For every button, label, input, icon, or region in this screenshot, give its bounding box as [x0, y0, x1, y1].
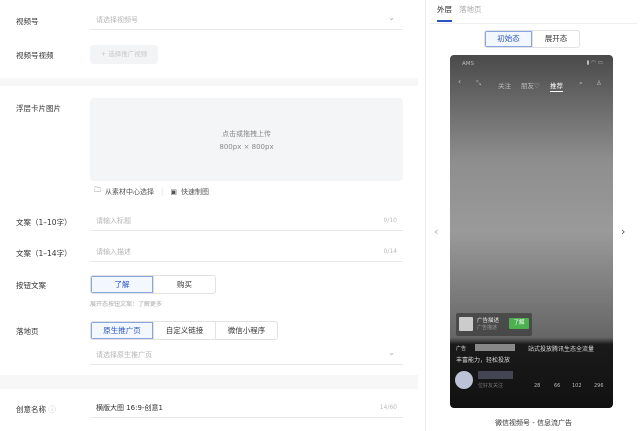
button-text-hint: 展开态按钮文案：了解更多: [90, 301, 163, 308]
upload-size: 800px × 800px: [219, 143, 274, 151]
card-image-label: 浮层卡片图片: [16, 104, 61, 113]
ad-card-thumb: [459, 317, 473, 331]
ad-text-2: 丰富能力，轻松投放: [456, 357, 511, 364]
channel-select[interactable]: 请选择视频号 ⌄: [90, 10, 403, 30]
select-video-button[interactable]: + 选择推广视频: [90, 45, 158, 64]
image-upload-area[interactable]: 点击或拖拽上传 800px × 800px: [90, 98, 403, 181]
back-icon: ‹: [458, 77, 462, 86]
state-initial[interactable]: 初始态: [485, 31, 532, 47]
creative-name-count: 14/60: [379, 404, 397, 411]
button-text-label: 按钮文案: [16, 281, 46, 290]
next-arrow-icon[interactable]: ›: [621, 225, 625, 238]
blurred-name: [478, 371, 513, 379]
status-icons: ▮ ◠ ▭: [586, 60, 603, 66]
title-count: 0/10: [383, 217, 397, 224]
landing-label: 落地页: [16, 327, 39, 336]
native-page-select[interactable]: 请选择原生推广页 ⌄: [90, 345, 403, 365]
ad-text: 站式投放腾讯生态全流量: [528, 346, 595, 353]
quick-design-link[interactable]: 快速制图: [181, 187, 209, 197]
stat-4: 296: [594, 383, 604, 389]
option-learn[interactable]: 了解: [91, 276, 153, 293]
blurred-text: [475, 344, 515, 351]
title-placeholder: 请输入标题: [96, 217, 131, 225]
ad-card-sub: 广告描述: [477, 325, 498, 331]
user-icon: ♙: [596, 79, 602, 87]
help-icon[interactable]: ⓘ: [48, 405, 56, 414]
ad-card-title: 广告描述: [477, 318, 500, 324]
section-divider: [0, 78, 418, 86]
design-icon: ▣: [170, 187, 177, 196]
tab-outer[interactable]: 外层: [437, 4, 452, 22]
channel-video-label: 视频号视频: [16, 51, 54, 60]
folder-icon: 🗀: [94, 186, 101, 194]
tab-divider: [430, 23, 637, 24]
stat-2: 66: [554, 383, 561, 389]
search-icon: ⌕: [579, 79, 583, 87]
native-page-placeholder: 请选择原生推广页: [96, 351, 152, 359]
option-buy[interactable]: 购买: [153, 276, 215, 293]
channel-placeholder: 请选择视频号: [96, 16, 138, 24]
follow-text: 位好友关注: [478, 383, 504, 389]
landing-segment: 原生推广页 自定义链接 微信小程序: [90, 321, 278, 340]
nav-follow: 关注: [498, 82, 511, 90]
creative-name-label: 创意名称 ⓘ: [16, 405, 56, 414]
desc-input[interactable]: 请输入描述 0/14: [90, 242, 403, 262]
creative-name-input[interactable]: 横版大图 16:9-创意1 14/60: [90, 398, 403, 418]
nav-friends: 朋友♡: [521, 82, 540, 90]
stat-1: 28: [534, 383, 541, 389]
desc-count: 0/14: [383, 248, 397, 255]
stat-3: 102: [572, 383, 582, 389]
phone-preview: AMS ▮ ◠ ▭ ‹ ⤡ 关注 朋友♡ 推荐 ⌕ ♙ 广告描述 广告描述 了解…: [450, 55, 613, 408]
ad-card: 广告描述 广告描述 了解: [456, 313, 532, 336]
state-segment: 初始态 展开态: [484, 30, 580, 48]
ad-tag: 广告: [456, 346, 467, 352]
creative-name-value: 横版大图 16:9-创意1: [96, 404, 163, 412]
chevron-down-icon: ⌄: [388, 348, 395, 357]
link-separator: |: [161, 187, 164, 196]
option-native-page[interactable]: 原生推广页: [91, 322, 153, 339]
desc-placeholder: 请输入描述: [96, 248, 131, 256]
library-link[interactable]: 从素材中心选择: [105, 187, 154, 197]
nav-recommend: 推荐: [550, 82, 563, 92]
state-expanded[interactable]: 展开态: [532, 31, 579, 47]
preview-caption: 微信视频号 - 信息流广告: [495, 419, 572, 427]
chevron-down-icon: ⌄: [388, 13, 395, 22]
section-divider: [0, 375, 418, 389]
channel-label: 视频号: [16, 17, 39, 26]
shrink-icon: ⤡: [476, 79, 482, 87]
desc-label: 文案（1–14字）: [16, 249, 72, 258]
title-label: 文案（1–10字）: [16, 218, 72, 227]
preview-panel: 外层 落地页 初始态 展开态 ‹ › AMS ▮ ◠ ▭ ‹ ⤡ 关注 朋友♡ …: [425, 0, 640, 431]
title-input[interactable]: 请输入标题 0/10: [90, 211, 403, 231]
option-custom-link[interactable]: 自定义链接: [153, 322, 215, 339]
avatar: [455, 371, 473, 389]
prev-arrow-icon[interactable]: ‹: [434, 225, 438, 238]
upload-text: 点击或拖拽上传: [222, 130, 271, 138]
ad-card-button: 了解: [509, 318, 529, 329]
option-mini-program[interactable]: 微信小程序: [215, 322, 277, 339]
carrier: AMS: [462, 61, 474, 67]
tab-landing[interactable]: 落地页: [459, 4, 482, 15]
button-text-segment: 了解 购买: [90, 275, 216, 294]
